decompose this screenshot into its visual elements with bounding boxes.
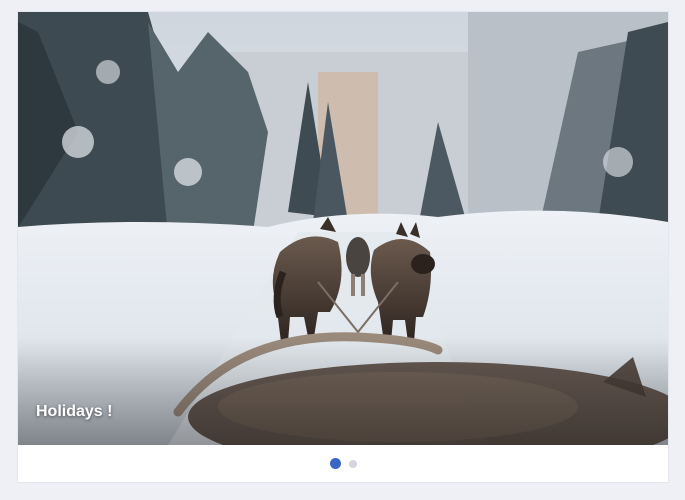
carousel-pagination <box>18 445 668 482</box>
slide-caption: Holidays ! <box>36 403 113 420</box>
carousel-slide[interactable]: Holidays ! <box>18 12 668 445</box>
sled-dogs-photo <box>18 12 668 445</box>
carousel-card: Holidays ! <box>18 12 668 482</box>
pagination-dot-1[interactable] <box>329 458 341 469</box>
pagination-dot-2[interactable] <box>348 459 357 468</box>
